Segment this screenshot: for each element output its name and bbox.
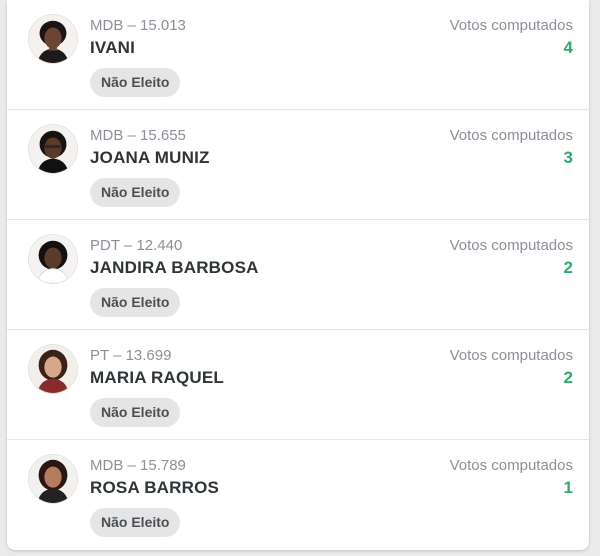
candidate-name: JOANA MUNIZ bbox=[90, 148, 210, 167]
party-number: MDB – 15.013 bbox=[90, 17, 186, 34]
votes-count: 2 bbox=[563, 368, 573, 387]
votes-count: 1 bbox=[563, 478, 573, 497]
party-number: PDT – 12.440 bbox=[90, 237, 183, 254]
votes-count: 2 bbox=[563, 258, 573, 277]
status-badge: Não Eleito bbox=[90, 68, 181, 97]
votes-count: 4 bbox=[563, 38, 573, 57]
candidate-photo-icon bbox=[28, 454, 78, 504]
votes-label: Votos computados bbox=[449, 17, 573, 34]
votes-label: Votos computados bbox=[449, 457, 573, 474]
candidate-name: ROSA BARROS bbox=[90, 478, 220, 497]
candidate-list: MDB – 15.013 IVANI Não Eleito Votos comp… bbox=[7, 0, 589, 550]
votes-label: Votos computados bbox=[449, 347, 573, 364]
votes-count: 3 bbox=[563, 148, 573, 167]
candidate-row[interactable]: MDB – 15.789 ROSA BARROS Não Eleito Voto… bbox=[7, 440, 589, 550]
votes-label: Votos computados bbox=[449, 237, 573, 254]
status-badge: Não Eleito bbox=[90, 508, 181, 537]
status-badge: Não Eleito bbox=[90, 178, 181, 207]
status-badge: Não Eleito bbox=[90, 398, 181, 427]
status-badge: Não Eleito bbox=[90, 288, 181, 317]
candidate-name: MARIA RAQUEL bbox=[90, 368, 224, 387]
candidate-row[interactable]: PDT – 12.440 JANDIRA BARBOSA Não Eleito … bbox=[7, 220, 589, 330]
candidate-row[interactable]: MDB – 15.655 JOANA MUNIZ Não Eleito Voto… bbox=[7, 110, 589, 220]
candidate-photo-icon bbox=[28, 344, 78, 394]
candidate-row[interactable]: MDB – 15.013 IVANI Não Eleito Votos comp… bbox=[7, 0, 589, 110]
candidate-row[interactable]: PT – 13.699 MARIA RAQUEL Não Eleito Voto… bbox=[7, 330, 589, 440]
candidate-photo-icon bbox=[28, 234, 78, 284]
party-number: MDB – 15.789 bbox=[90, 457, 186, 474]
votes-label: Votos computados bbox=[449, 127, 573, 144]
candidate-name: IVANI bbox=[90, 38, 136, 57]
candidate-photo-icon bbox=[28, 14, 78, 64]
party-number: PT – 13.699 bbox=[90, 347, 172, 364]
party-number: MDB – 15.655 bbox=[90, 127, 186, 144]
candidate-name: JANDIRA BARBOSA bbox=[90, 258, 259, 277]
candidate-photo-icon bbox=[28, 124, 78, 174]
